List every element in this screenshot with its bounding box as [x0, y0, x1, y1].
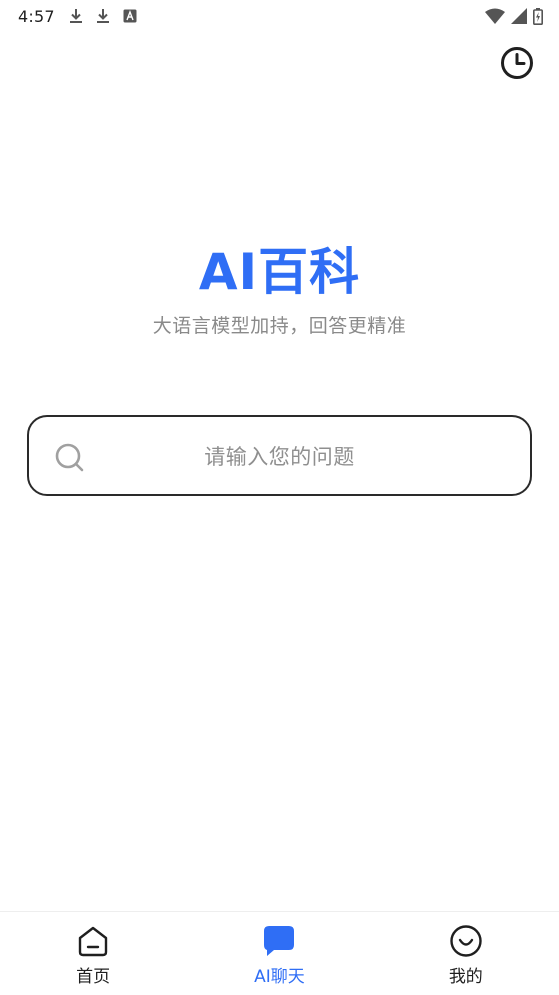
home-icon	[78, 926, 108, 957]
battery-icon	[533, 7, 543, 25]
nav-label-ai-chat: AI聊天	[254, 967, 305, 987]
status-time: 4:57	[18, 6, 55, 26]
bottom-nav: 首页 AI聊天 我的	[0, 911, 559, 995]
nav-item-profile[interactable]: 我的	[396, 912, 536, 987]
nav-label-profile: 我的	[448, 967, 483, 987]
nav-item-ai-chat[interactable]: AI聊天	[209, 912, 349, 987]
status-bar: 4:57	[0, 0, 559, 32]
status-left: 4:57	[18, 7, 137, 26]
search-input[interactable]: 请输入您的问题	[27, 415, 532, 496]
nav-item-home[interactable]: 首页	[23, 912, 163, 987]
history-button[interactable]	[499, 45, 535, 81]
page-subtitle: 大语言模型加持，回答更精准	[152, 315, 407, 337]
status-notification-icons	[69, 8, 137, 24]
search-icon	[55, 443, 84, 472]
wifi-icon	[485, 8, 505, 24]
chat-bubble-icon	[264, 926, 295, 956]
download-icon	[96, 9, 109, 23]
status-system-icons	[485, 7, 543, 25]
search-placeholder: 请输入您的问题	[204, 444, 355, 469]
signal-icon	[511, 8, 527, 24]
page-title: AI百科	[198, 243, 361, 301]
smiley-face-icon	[450, 925, 482, 957]
app-screen: 4:57 AI百科 大语言模型加持，回答更精准 请输入您的问题 首页 AI聊天 …	[0, 0, 559, 995]
clock-icon	[501, 47, 533, 79]
nav-label-home: 首页	[76, 967, 111, 987]
keyboard-a-icon	[123, 9, 137, 23]
download-icon	[69, 9, 82, 23]
